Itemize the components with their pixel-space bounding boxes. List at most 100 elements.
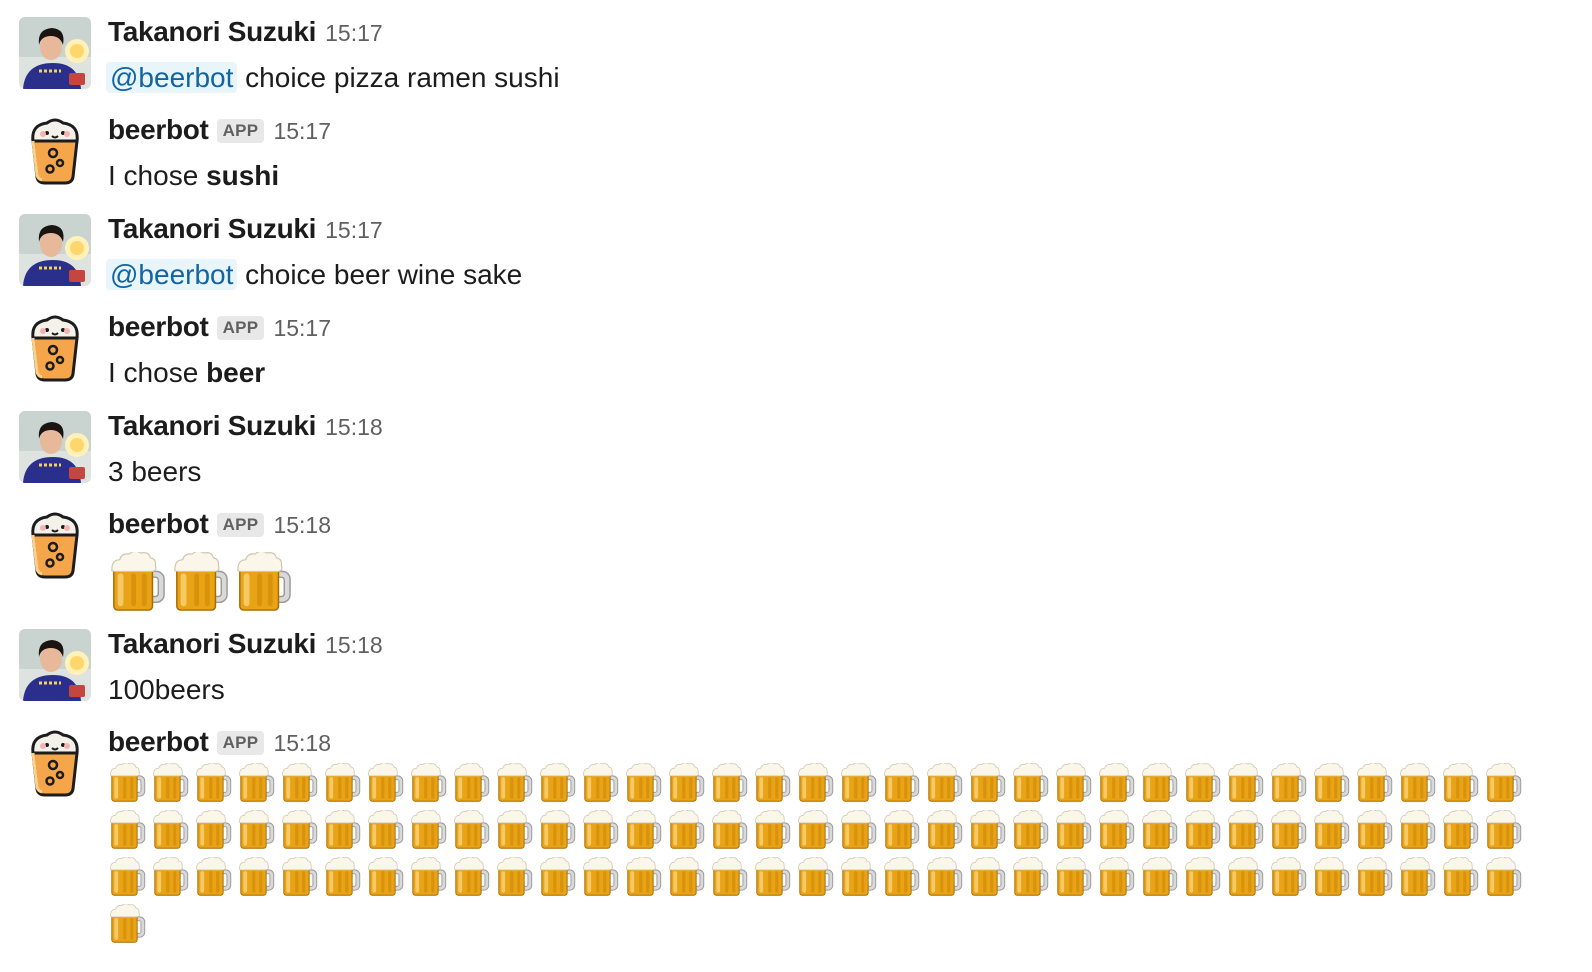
beer-mug-icon: [624, 810, 662, 851]
beer-mug-icon: [796, 857, 834, 898]
beer-mug-icon: [409, 810, 447, 851]
beer-mug-icon: [1484, 810, 1522, 851]
beer-mug-icon: [108, 857, 146, 898]
beer-mug-icon: [323, 857, 361, 898]
beer-mug-icon: [581, 810, 619, 851]
message-timestamp[interactable]: 15:18: [325, 414, 383, 441]
beer-mug-icon: [1484, 763, 1522, 804]
message-timestamp[interactable]: 15:18: [273, 730, 331, 757]
message-text: @beerbot choice beer wine sake: [106, 259, 523, 291]
beer-mug-icon: [1140, 810, 1178, 851]
beer-mug-icon: [925, 810, 963, 851]
beer-mug-icon: [667, 763, 705, 804]
beer-mug-icon: [280, 810, 318, 851]
author-name[interactable]: beerbot: [108, 114, 209, 146]
user-avatar[interactable]: [19, 629, 91, 701]
beer-mug-icon: [925, 857, 963, 898]
user-avatar[interactable]: [19, 411, 91, 483]
beer-mug-icon: [108, 552, 166, 614]
message-timestamp[interactable]: 15:17: [273, 315, 331, 342]
beer-mug-icon: [667, 857, 705, 898]
beer-mug-icon: [1097, 857, 1135, 898]
beer-mug-icon: [108, 810, 146, 851]
beer-mug-icon: [581, 857, 619, 898]
message-timestamp[interactable]: 15:18: [325, 632, 383, 659]
beer-mug-icon: [1183, 857, 1221, 898]
beer-mug-icon: [667, 810, 705, 851]
beer-mug-icon: [882, 857, 920, 898]
beer-mug-icon: [323, 763, 361, 804]
author-name[interactable]: beerbot: [108, 508, 209, 540]
message-timestamp[interactable]: 15:18: [273, 512, 331, 539]
beer-mug-icon: [1011, 763, 1049, 804]
emoji-row: [108, 552, 297, 614]
beer-glass-face-icon[interactable]: [19, 509, 91, 581]
beer-mug-icon: [839, 810, 877, 851]
beer-mug-icon: [151, 810, 189, 851]
beer-mug-icon: [1441, 763, 1479, 804]
beer-mug-icon: [495, 810, 533, 851]
message-content: I chose: [108, 160, 207, 191]
author-name[interactable]: beerbot: [108, 726, 209, 758]
beer-glass-face-icon[interactable]: [19, 727, 91, 799]
beer-mug-icon: [1054, 763, 1092, 804]
author-name[interactable]: Takanori Suzuki: [108, 410, 316, 442]
beer-mug-icon: [151, 763, 189, 804]
mention-link[interactable]: @beerbot: [106, 62, 238, 93]
beer-mug-icon: [796, 763, 834, 804]
beer-mug-icon: [366, 857, 404, 898]
user-avatar[interactable]: [19, 214, 91, 286]
author-name[interactable]: Takanori Suzuki: [108, 213, 316, 245]
beer-mug-icon: [925, 763, 963, 804]
beer-mug-icon: [839, 857, 877, 898]
beer-mug-icon: [968, 810, 1006, 851]
user-avatar[interactable]: [19, 17, 91, 89]
beer-mug-icon: [280, 857, 318, 898]
beer-mug-icon: [1140, 763, 1178, 804]
beer-mug-icon: [1097, 763, 1135, 804]
chosen-value: beer: [206, 357, 266, 388]
emoji-grid: [108, 763, 1548, 951]
message-text: 3 beers: [108, 456, 202, 487]
message-content: choice beer wine sake: [237, 259, 523, 290]
beer-mug-icon: [495, 763, 533, 804]
beer-mug-icon: [1140, 857, 1178, 898]
message-text: I chose sushi: [108, 160, 279, 192]
beer-mug-icon: [151, 857, 189, 898]
mention-link[interactable]: @beerbot: [106, 259, 238, 290]
beer-mug-icon: [796, 810, 834, 851]
beer-glass-face-icon[interactable]: [19, 115, 91, 187]
author-name[interactable]: Takanori Suzuki: [108, 628, 316, 660]
beer-mug-icon: [624, 763, 662, 804]
beer-glass-face-icon[interactable]: [19, 312, 91, 384]
beer-mug-icon: [171, 552, 229, 614]
beer-mug-icon: [1312, 810, 1350, 851]
message-text: @beerbot choice pizza ramen sushi: [106, 62, 560, 94]
message-timestamp[interactable]: 15:17: [325, 20, 383, 47]
beer-mug-icon: [323, 810, 361, 851]
beer-mug-icon: [1226, 810, 1264, 851]
beer-mug-icon: [1011, 857, 1049, 898]
beer-mug-icon: [409, 857, 447, 898]
message-timestamp[interactable]: 15:17: [273, 118, 331, 145]
beer-mug-icon: [538, 857, 576, 898]
beer-mug-icon: [1226, 857, 1264, 898]
beer-mug-icon: [1183, 763, 1221, 804]
beer-mug-icon: [108, 763, 146, 804]
beer-mug-icon: [237, 763, 275, 804]
beer-mug-icon: [194, 857, 232, 898]
beer-mug-icon: [1355, 857, 1393, 898]
app-badge: APP: [216, 513, 265, 537]
beer-mug-icon: [753, 810, 791, 851]
beer-mug-icon: [1441, 857, 1479, 898]
beer-mug-icon: [452, 857, 490, 898]
beer-mug-icon: [710, 810, 748, 851]
beer-mug-icon: [1312, 857, 1350, 898]
message-timestamp[interactable]: 15:17: [325, 217, 383, 244]
author-name[interactable]: Takanori Suzuki: [108, 16, 316, 48]
beer-mug-icon: [495, 857, 533, 898]
beer-mug-icon: [409, 763, 447, 804]
beer-mug-icon: [1441, 810, 1479, 851]
beer-mug-icon: [968, 857, 1006, 898]
author-name[interactable]: beerbot: [108, 311, 209, 343]
